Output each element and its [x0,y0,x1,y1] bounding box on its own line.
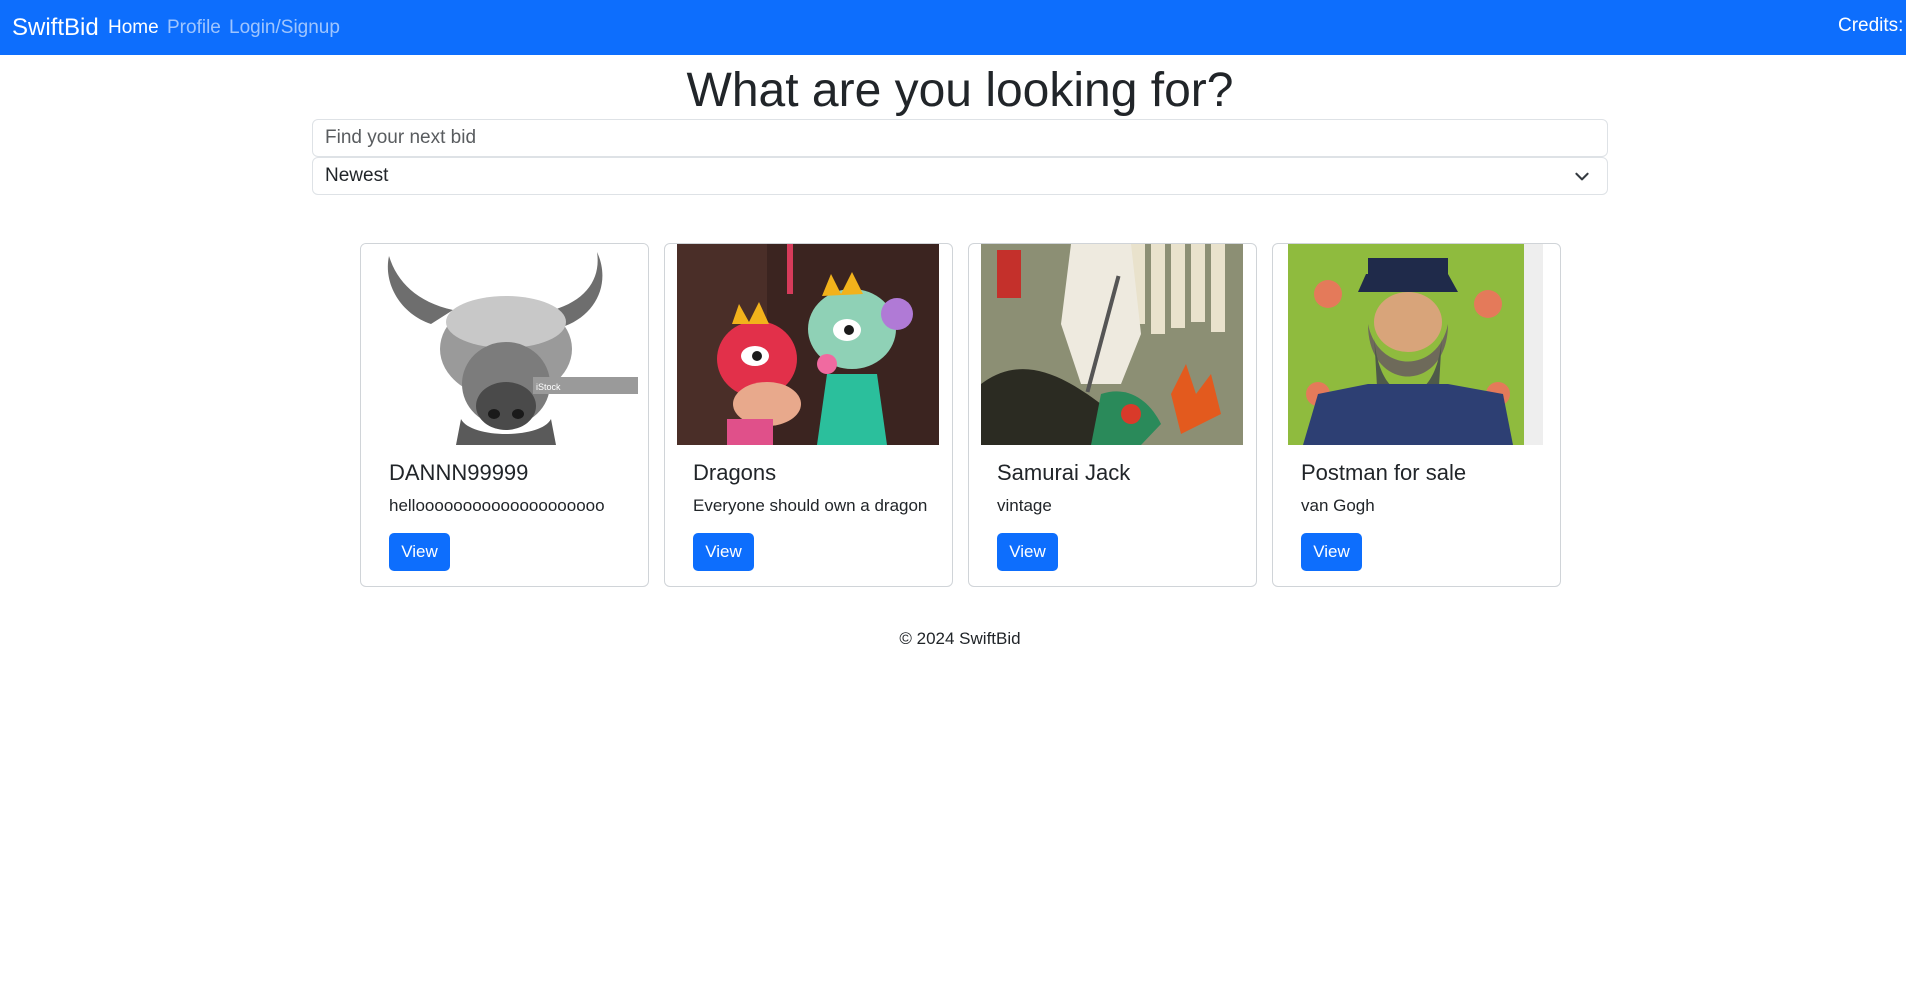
listing-card: iStock DANNN99999 helloooooooooooooooooo… [360,243,649,587]
page-title: What are you looking for? [686,64,1234,117]
brand-logo[interactable]: SwiftBid [12,14,99,42]
listing-description: helloooooooooooooooooooo [389,496,605,515]
view-button[interactable]: View [389,533,450,571]
watermark-text: iStock [536,382,561,392]
highland-cow-image: iStock [361,244,648,445]
view-button[interactable]: View [997,533,1058,571]
nav-link-login-signup[interactable]: Login/Signup [229,17,340,39]
sort-select[interactable]: Newest [312,157,1608,195]
postman-painting-image [1288,244,1543,445]
dragon-plush-image [677,244,939,445]
view-button[interactable]: View [1301,533,1362,571]
navbar: SwiftBid Home Profile Login/Signup Credi… [0,0,1906,55]
listing-description: van Gogh [1301,496,1375,515]
listing-description: vintage [997,496,1052,515]
listing-card: Dragons Everyone should own a dragon Vie… [664,243,953,587]
chevron-down-icon [1575,172,1589,181]
listing-title: Dragons [693,460,777,485]
listing-title: Postman for sale [1301,460,1467,485]
search-input[interactable] [312,119,1608,157]
listing-description: Everyone should own a dragon [693,496,928,515]
sort-select-value: Newest [325,165,389,186]
listing-title: DANNN99999 [389,460,529,485]
view-button[interactable]: View [693,533,754,571]
credits-display: Credits: 0 [1838,15,1906,36]
nav-link-profile[interactable]: Profile [167,17,221,39]
nav-link-home[interactable]: Home [108,17,159,39]
listing-title: Samurai Jack [997,460,1131,485]
footer-copyright: © 2024 SwiftBid [899,629,1021,648]
samurai-print-image [981,244,1243,445]
listing-card: Samurai Jack vintage View [968,243,1257,587]
listing-card: Postman for sale van Gogh View [1272,243,1561,587]
